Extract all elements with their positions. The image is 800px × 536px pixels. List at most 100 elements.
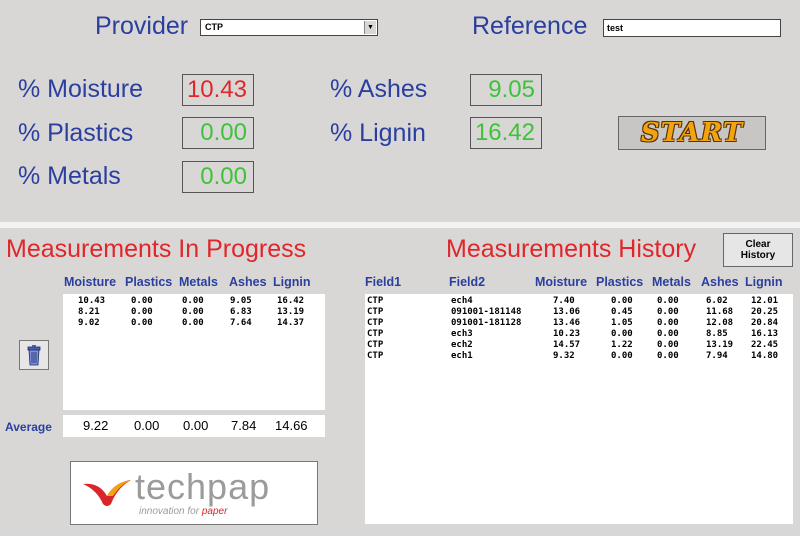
table-cell: 0.00 [182, 318, 204, 328]
table-cell: 7.94 [706, 351, 728, 361]
table-cell: 6.83 [230, 307, 252, 317]
delete-button[interactable] [19, 340, 49, 370]
start-button[interactable]: START [618, 116, 766, 150]
table-cell: 12.08 [706, 318, 734, 328]
table-row[interactable]: CTP ech4 7.40 0.00 0.00 6.02 12.01 [365, 296, 793, 307]
table-row[interactable]: 8.21 0.00 0.00 6.83 13.19 [63, 307, 325, 318]
clear-label: Clear [745, 239, 771, 250]
table-cell: 14.80 [751, 351, 779, 361]
average-plastics: 0.00 [134, 418, 160, 433]
table-row[interactable]: CTP 091001-181128 13.46 1.05 0.00 12.08 … [365, 318, 793, 329]
history-header-ashes: Ashes [701, 275, 739, 289]
table-cell: 14.57 [553, 340, 581, 350]
history-label: History [740, 250, 776, 261]
table-cell: 091001-181148 [451, 307, 522, 317]
average-row: 9.22 0.00 0.00 7.84 14.66 [63, 415, 325, 437]
table-cell: 091001-181128 [451, 318, 522, 328]
progress-header-metals: Metals [179, 275, 218, 289]
history-header-metals: Metals [652, 275, 691, 289]
average-lignin: 14.66 [275, 418, 308, 433]
trash-icon [27, 345, 41, 366]
lignin-label: % Lignin [330, 119, 426, 147]
table-row[interactable]: 10.43 0.00 0.00 9.05 16.42 [63, 296, 325, 307]
table-cell: ech1 [451, 351, 473, 361]
logo-tagline-prefix: innovation for [139, 506, 202, 517]
table-cell: 1.05 [611, 318, 633, 328]
moisture-value: 10.43 [182, 74, 254, 106]
table-cell: 0.00 [657, 318, 679, 328]
table-row[interactable]: CTP ech2 14.57 1.22 0.00 13.19 22.45 [365, 340, 793, 351]
table-row[interactable]: 9.02 0.00 0.00 7.64 14.37 [63, 318, 325, 329]
provider-value: CTP [205, 22, 223, 32]
table-cell: CTP [367, 340, 384, 350]
table-row[interactable]: CTP ech3 10.23 0.00 0.00 8.85 16.13 [365, 329, 793, 340]
table-cell: 1.22 [611, 340, 633, 350]
reference-label: Reference [472, 12, 588, 40]
table-cell: ech3 [451, 329, 473, 339]
table-cell: CTP [367, 329, 384, 339]
provider-select[interactable]: CTP ▼ [200, 19, 378, 36]
table-cell: 0.00 [182, 296, 204, 306]
average-ashes: 7.84 [231, 418, 257, 433]
lignin-value: 16.42 [470, 117, 542, 149]
progress-title: Measurements In Progress [6, 235, 307, 263]
table-cell: CTP [367, 351, 384, 361]
metals-value: 0.00 [182, 161, 254, 193]
history-table[interactable]: CTP ech4 7.40 0.00 0.00 6.02 12.01 CTP 0… [365, 294, 793, 524]
table-cell: 10.23 [553, 329, 581, 339]
table-cell: 12.01 [751, 296, 779, 306]
dropdown-arrow-icon[interactable]: ▼ [364, 21, 376, 34]
history-header-field2: Field2 [449, 275, 486, 289]
table-cell: 16.42 [277, 296, 305, 306]
table-cell: CTP [367, 307, 384, 317]
table-cell: 0.00 [611, 351, 633, 361]
table-cell: 9.02 [78, 318, 100, 328]
average-metals: 0.00 [183, 418, 209, 433]
table-cell: 0.00 [131, 318, 153, 328]
table-cell: 14.37 [277, 318, 305, 328]
table-cell: 0.00 [657, 296, 679, 306]
bird-logo-icon [83, 480, 131, 506]
table-cell: 0.00 [131, 307, 153, 317]
table-row[interactable]: CTP 091001-181148 13.06 0.45 0.00 11.68 … [365, 307, 793, 318]
history-title: Measurements History [446, 235, 697, 263]
progress-header-plastics: Plastics [125, 275, 173, 289]
table-cell: 7.64 [230, 318, 252, 328]
table-cell: 10.43 [78, 296, 106, 306]
moisture-label: % Moisture [18, 75, 144, 103]
table-cell: 8.85 [706, 329, 728, 339]
progress-table[interactable]: 10.43 0.00 0.00 9.05 16.42 8.21 0.00 0.0… [63, 294, 325, 410]
progress-header-lignin: Lignin [273, 275, 311, 289]
table-cell: 0.45 [611, 307, 633, 317]
table-cell: ech4 [451, 296, 473, 306]
clear-history-button[interactable]: Clear History [723, 233, 793, 267]
table-cell: 7.40 [553, 296, 575, 306]
table-cell: 9.32 [553, 351, 575, 361]
history-header-field1: Field1 [365, 275, 402, 289]
provider-label: Provider [95, 12, 189, 40]
table-cell: ech2 [451, 340, 473, 350]
history-header-moisture: Moisture [535, 275, 588, 289]
logo-tagline-accent: paper [201, 506, 228, 517]
table-cell: 0.00 [611, 296, 633, 306]
ashes-label: % Ashes [330, 75, 428, 103]
table-cell: 0.00 [611, 329, 633, 339]
table-cell: 13.06 [553, 307, 581, 317]
table-cell: 0.00 [657, 307, 679, 317]
table-cell: CTP [367, 296, 384, 306]
table-cell: 20.25 [751, 307, 779, 317]
progress-header-ashes: Ashes [229, 275, 267, 289]
table-cell: 9.05 [230, 296, 252, 306]
table-cell: 6.02 [706, 296, 728, 306]
plastics-value: 0.00 [182, 117, 254, 149]
reference-input[interactable]: test [603, 19, 781, 37]
table-cell: 0.00 [657, 340, 679, 350]
average-label: Average [5, 420, 52, 434]
logo-wordmark: techpap [135, 466, 271, 507]
table-cell: 0.00 [182, 307, 204, 317]
table-row[interactable]: CTP ech1 9.32 0.00 0.00 7.94 14.80 [365, 351, 793, 362]
table-cell: 16.13 [751, 329, 779, 339]
techpap-logo: techpap innovation for paper [70, 461, 318, 525]
table-cell: 13.19 [277, 307, 305, 317]
history-header-plastics: Plastics [596, 275, 644, 289]
